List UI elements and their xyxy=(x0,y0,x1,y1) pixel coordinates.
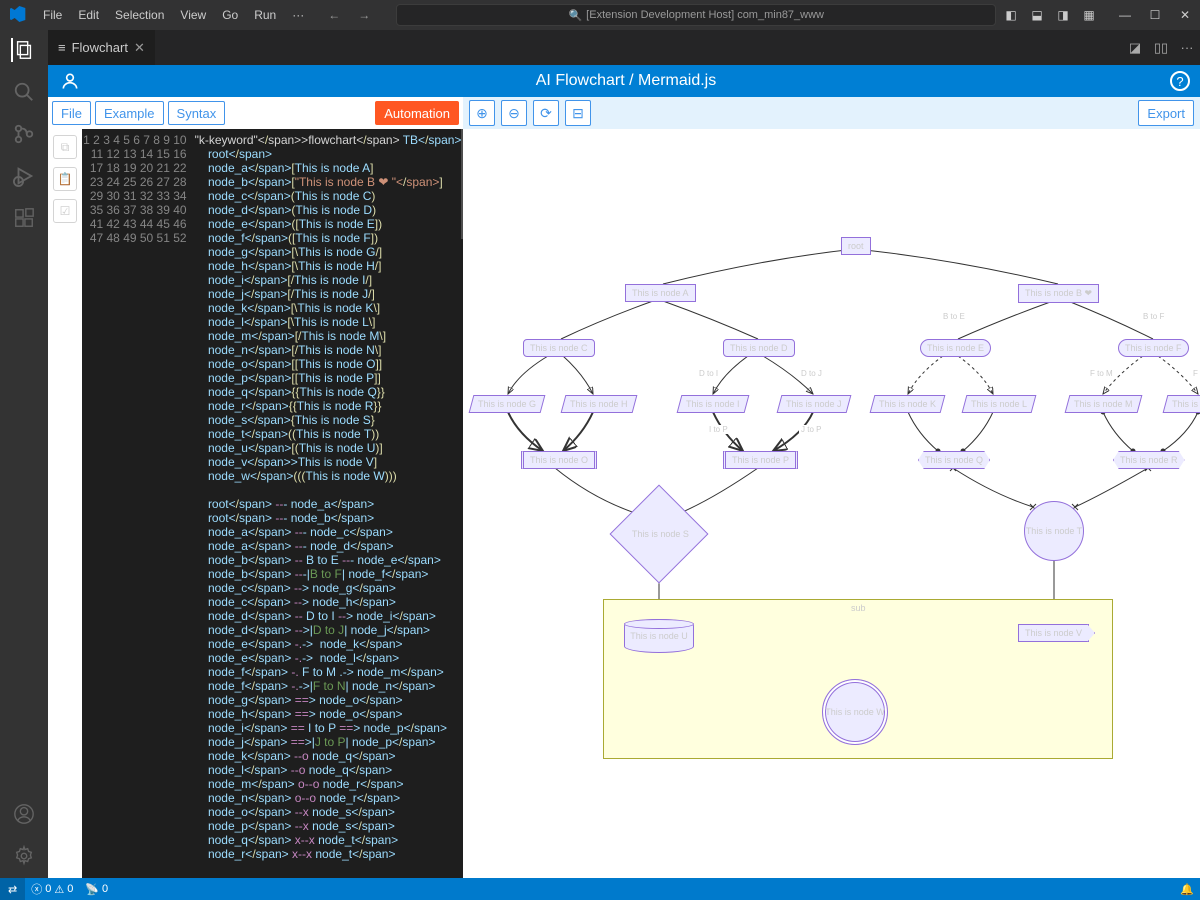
settings-gear-icon[interactable] xyxy=(12,844,36,868)
node-k[interactable]: This is node K xyxy=(870,395,946,413)
refresh-icon[interactable]: ⟳ xyxy=(533,100,559,126)
search-icon: 🔍 xyxy=(568,9,582,22)
node-f[interactable]: This is node F xyxy=(1118,339,1189,357)
layout-panel-icon[interactable]: ⬓ xyxy=(1026,8,1048,22)
node-c[interactable]: This is node C xyxy=(523,339,595,357)
edge-label: F to N xyxy=(1191,369,1200,378)
node-w[interactable]: This is node W xyxy=(822,679,888,745)
source-control-icon[interactable] xyxy=(12,122,36,146)
node-i[interactable]: This is node I xyxy=(677,395,749,413)
window-close-icon[interactable]: ✕ xyxy=(1170,8,1200,22)
edge-label: D to I xyxy=(697,369,720,378)
antenna-icon: 📡 xyxy=(85,883,99,896)
search-icon[interactable] xyxy=(12,80,36,104)
menu-overflow[interactable]: ··· xyxy=(284,8,312,22)
menu-run[interactable]: Run xyxy=(246,8,284,22)
layout-sidebar-left-icon[interactable]: ◧ xyxy=(1000,8,1022,22)
problems-indicator[interactable]: ⓧ0 ⚠0 xyxy=(25,881,79,897)
copy-icon[interactable]: ⧉ xyxy=(53,135,77,159)
status-bar: ⇄ ⓧ0 ⚠0 📡0 🔔 xyxy=(0,878,1200,900)
menu-file[interactable]: File xyxy=(35,8,70,22)
menu-view[interactable]: View xyxy=(172,8,214,22)
ports-indicator[interactable]: 📡0 xyxy=(79,883,114,896)
layout-sidebar-right-icon[interactable]: ◨ xyxy=(1052,8,1074,22)
zoom-in-icon[interactable]: ⊕ xyxy=(469,100,495,126)
node-o[interactable]: This is node O xyxy=(521,451,597,469)
app-logo xyxy=(0,6,35,25)
syntax-button[interactable]: Syntax xyxy=(168,101,226,125)
code-editor[interactable]: 1 2 3 4 5 6 7 8 9 10 11 12 13 14 15 16 1… xyxy=(82,129,463,878)
titlebar: File Edit Selection View Go Run ··· ← → … xyxy=(0,0,1200,30)
edge-label: B to F xyxy=(1141,312,1166,321)
node-q[interactable]: This is node Q xyxy=(918,451,990,469)
nav-back-icon[interactable]: ← xyxy=(322,8,346,22)
menu-edit[interactable]: Edit xyxy=(70,8,107,22)
node-j[interactable]: This is node J xyxy=(777,395,851,413)
tab-flowchart[interactable]: ≡ Flowchart ✕ xyxy=(48,30,156,65)
node-r[interactable]: This is node R xyxy=(1113,451,1185,469)
warning-icon: ⚠ xyxy=(54,883,64,896)
edge-label: I to P xyxy=(707,425,730,434)
split-view-icon[interactable]: ⊟ xyxy=(565,100,591,126)
user-icon[interactable] xyxy=(58,69,82,93)
editor-toolbar: File Example Syntax Automation xyxy=(48,97,463,129)
window-minimize-icon[interactable]: — xyxy=(1110,8,1140,22)
node-n[interactable]: This is node N xyxy=(1163,395,1200,413)
tab-action-split-icon[interactable]: ▯▯ xyxy=(1148,40,1174,56)
tab-bar: ≡ Flowchart ✕ ◪ ▯▯ ··· xyxy=(48,30,1200,65)
flowchart-icon: ≡ xyxy=(58,40,66,55)
nav-forward-icon[interactable]: → xyxy=(352,8,376,22)
file-button[interactable]: File xyxy=(52,101,91,125)
node-u[interactable]: This is node U xyxy=(624,619,694,653)
edge-label: D to J xyxy=(799,369,824,378)
menu-go[interactable]: Go xyxy=(214,8,246,22)
command-center[interactable]: 🔍 [Extension Development Host] com_min87… xyxy=(396,4,996,26)
node-e[interactable]: This is node E xyxy=(920,339,991,357)
node-v[interactable]: This is node V xyxy=(1018,624,1089,642)
diagram-edges xyxy=(463,129,1200,878)
export-button[interactable]: Export xyxy=(1138,100,1194,126)
node-s[interactable]: This is node S xyxy=(610,485,709,584)
preview-toolbar: ⊕ ⊖ ⟳ ⊟ Export xyxy=(463,97,1200,129)
subgraph-label: sub xyxy=(851,603,866,613)
diagram-canvas[interactable]: sub root This is node A This is node B ❤… xyxy=(463,129,1200,878)
node-t[interactable]: This is node T xyxy=(1024,501,1084,561)
edge-label: B to E xyxy=(941,312,967,321)
extension-titlebar: AI Flowchart / Mermaid.js ? xyxy=(48,65,1200,97)
extension-title: AI Flowchart / Mermaid.js xyxy=(536,72,716,90)
menu-selection[interactable]: Selection xyxy=(107,8,172,22)
error-icon: ⓧ xyxy=(31,881,42,897)
window-maximize-icon[interactable]: ☐ xyxy=(1140,8,1170,22)
editor-side-icons: ⧉ 📋 ☑ xyxy=(48,129,82,878)
example-button[interactable]: Example xyxy=(95,101,164,125)
node-h[interactable]: This is node H xyxy=(561,395,637,413)
help-icon[interactable]: ? xyxy=(1170,71,1190,91)
node-d[interactable]: This is node D xyxy=(723,339,795,357)
tab-action-paint-icon[interactable]: ◪ xyxy=(1122,40,1148,56)
automation-button[interactable]: Automation xyxy=(375,101,459,125)
node-g[interactable]: This is node G xyxy=(469,395,546,413)
notifications-icon[interactable]: 🔔 xyxy=(1174,883,1200,896)
close-icon[interactable]: ✕ xyxy=(134,40,145,56)
explorer-icon[interactable] xyxy=(11,38,35,62)
node-l[interactable]: This is node L xyxy=(962,395,1037,413)
layout-customize-icon[interactable]: ▦ xyxy=(1078,8,1100,22)
edge-label: F to M xyxy=(1088,369,1115,378)
node-a[interactable]: This is node A xyxy=(625,284,696,302)
activity-bar xyxy=(0,30,48,878)
node-b[interactable]: This is node B ❤ xyxy=(1018,284,1099,303)
debug-icon[interactable] xyxy=(12,164,36,188)
tab-action-more-icon[interactable]: ··· xyxy=(1174,40,1200,55)
zoom-out-icon[interactable]: ⊖ xyxy=(501,100,527,126)
remote-indicator[interactable]: ⇄ xyxy=(0,878,25,900)
paste-icon[interactable]: 📋 xyxy=(53,167,77,191)
edge-label: J to P xyxy=(799,425,823,434)
accounts-icon[interactable] xyxy=(12,802,36,826)
node-p[interactable]: This is node P xyxy=(723,451,798,469)
extensions-icon[interactable] xyxy=(12,206,36,230)
checklist-icon[interactable]: ☑ xyxy=(53,199,77,223)
node-root[interactable]: root xyxy=(841,237,871,255)
node-m[interactable]: This is node M xyxy=(1065,395,1142,413)
